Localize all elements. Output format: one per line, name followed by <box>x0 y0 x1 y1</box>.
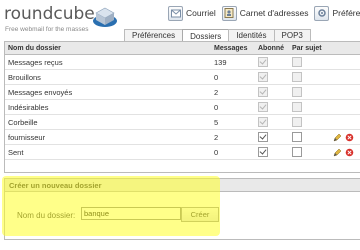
column-header-threaded[interactable]: Par sujet <box>289 42 329 55</box>
subscribed-checkbox[interactable] <box>258 132 268 142</box>
folders-panel: Nom du dossier Messages Abonné Par sujet… <box>4 41 360 173</box>
column-header-name[interactable]: Nom du dossier <box>5 42 211 55</box>
message-count: 2 <box>211 129 255 145</box>
column-header-subscribed[interactable]: Abonné <box>255 42 289 55</box>
folder-name: Indésirables <box>5 99 211 115</box>
create-folder-panel: Créer un nouveau dossier Nom du dossier:… <box>4 178 360 240</box>
delete-icon[interactable] <box>345 133 354 142</box>
threaded-checkbox <box>292 117 302 127</box>
settings-icon <box>314 5 330 21</box>
message-count: 0 <box>211 144 255 160</box>
logo-tagline: Free webmail for the masses <box>5 26 89 33</box>
table-row[interactable]: Messages envoyés 2 <box>5 84 360 100</box>
roundcube-logo[interactable]: roundcube Free webmail for the masses <box>4 4 124 36</box>
row-actions <box>332 133 358 142</box>
table-row[interactable]: fournisseur 2 <box>5 129 360 145</box>
threaded-checkbox[interactable] <box>292 132 302 142</box>
create-folder-title: Créer un nouveau dossier <box>5 179 360 192</box>
tab-0[interactable]: Préférences <box>124 29 184 41</box>
table-row[interactable]: Indésirables 0 <box>5 99 360 115</box>
folder-name: Brouillons <box>5 69 211 85</box>
topnav-label: Courriel <box>186 8 216 18</box>
topnav-item-2[interactable]: Préférences <box>314 5 360 21</box>
threaded-checkbox <box>292 87 302 97</box>
subscribed-checkbox[interactable] <box>258 147 268 157</box>
header: roundcube Free webmail for the masses Co… <box>0 0 360 42</box>
folder-name-label: Nom du dossier: <box>17 211 76 220</box>
logo-text: roundcube <box>4 4 95 24</box>
create-button[interactable]: Créer <box>181 207 219 222</box>
top-navigation: Courriel Carnet d'adresses Préférences <box>168 5 360 21</box>
column-header-actions <box>329 42 360 55</box>
tab-3[interactable]: POP3 <box>273 29 311 41</box>
threaded-checkbox <box>292 57 302 67</box>
folder-name: Sent <box>5 144 211 160</box>
message-count: 5 <box>211 114 255 130</box>
message-count: 139 <box>211 54 255 70</box>
message-count: 0 <box>211 99 255 115</box>
folder-name: Messages reçus <box>5 54 211 70</box>
row-actions <box>332 148 358 157</box>
topnav-label: Carnet d'adresses <box>239 8 309 18</box>
table-row[interactable]: Brouillons 0 <box>5 69 360 85</box>
table-row[interactable]: Corbeille 5 <box>5 114 360 130</box>
edit-icon[interactable] <box>333 148 342 157</box>
folder-name-input[interactable] <box>81 207 181 220</box>
message-count: 2 <box>211 84 255 100</box>
subscribed-checkbox <box>258 117 268 127</box>
settings-tabs: Préférences Dossiers Identités POP3 <box>124 29 311 42</box>
tab-2[interactable]: Identités <box>228 29 275 41</box>
folder-name: Messages envoyés <box>5 84 211 100</box>
cube-logo-icon <box>93 7 117 27</box>
subscribed-checkbox <box>258 87 268 97</box>
delete-icon[interactable] <box>345 148 354 157</box>
folder-name: fournisseur <box>5 129 211 145</box>
topnav-label: Préférences <box>332 8 360 18</box>
folders-table: Nom du dossier Messages Abonné Par sujet… <box>5 42 360 160</box>
create-folder-body: Nom du dossier: Créer <box>5 192 360 239</box>
threaded-checkbox[interactable] <box>292 147 302 157</box>
message-count: 0 <box>211 69 255 85</box>
column-header-messages[interactable]: Messages <box>211 42 255 55</box>
edit-icon[interactable] <box>333 133 342 142</box>
table-row[interactable]: Messages reçus 139 <box>5 54 360 70</box>
table-header-row: Nom du dossier Messages Abonné Par sujet <box>5 42 360 55</box>
subscribed-checkbox <box>258 72 268 82</box>
subscribed-checkbox <box>258 57 268 67</box>
subscribed-checkbox <box>258 102 268 112</box>
topnav-item-0[interactable]: Courriel <box>168 5 216 21</box>
address-book-icon <box>221 5 237 21</box>
table-row[interactable]: Sent 0 <box>5 144 360 160</box>
threaded-checkbox <box>292 72 302 82</box>
threaded-checkbox <box>292 102 302 112</box>
folder-name: Corbeille <box>5 114 211 130</box>
mail-icon <box>168 5 183 21</box>
topnav-item-1[interactable]: Carnet d'adresses <box>221 5 309 21</box>
